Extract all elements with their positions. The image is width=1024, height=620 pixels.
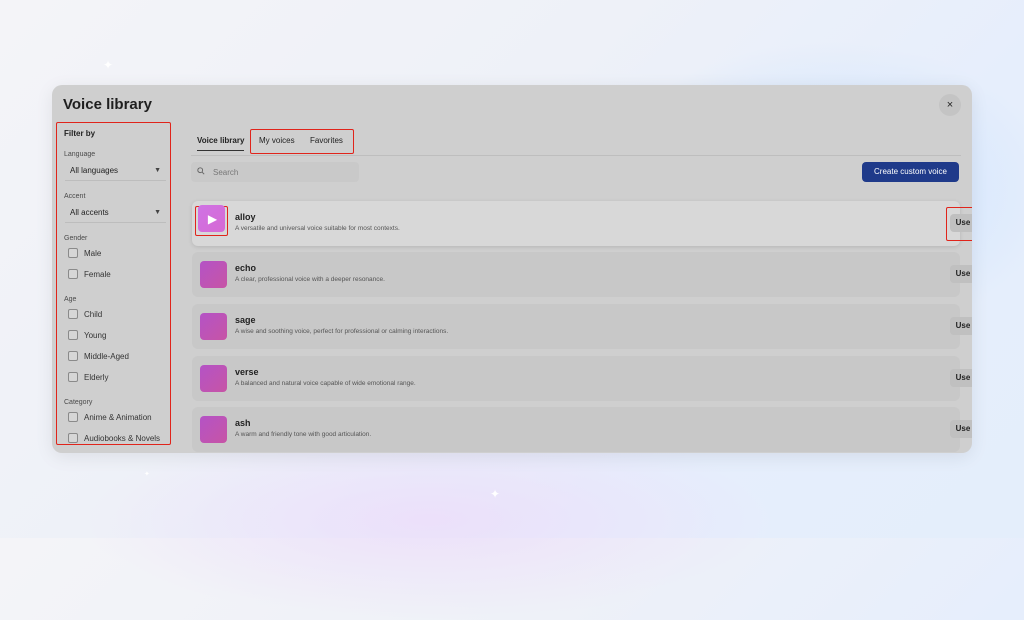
search-icon (197, 167, 211, 177)
voice-row-echo[interactable]: echo A clear, professional voice with a … (192, 252, 972, 297)
voice-thumbnail[interactable] (200, 416, 227, 443)
filter-option-middle-aged[interactable]: Middle-Aged (68, 350, 129, 362)
category-label: Category (64, 399, 93, 406)
voice-library-modal: Voice library × Filter by Language All l… (52, 85, 972, 453)
language-value: All languages (70, 166, 119, 175)
close-icon: × (946, 99, 954, 111)
voice-name: sage (235, 315, 256, 325)
voice-row-alloy[interactable]: ▶ alloy A versatile and universal voice … (192, 201, 972, 246)
checkbox[interactable] (68, 269, 78, 279)
voice-description: A warm and friendly tone with good artic… (235, 431, 372, 438)
play-icon: ▶ (207, 211, 218, 226)
voice-name: alloy (235, 212, 256, 222)
modal-title: Voice library (63, 96, 152, 113)
checkbox[interactable] (68, 330, 78, 340)
sparkle-icon: ✦ (490, 487, 501, 501)
voice-description: A versatile and universal voice suitable… (235, 225, 400, 232)
language-select[interactable]: All languages ▼ (65, 161, 166, 181)
voice-name: echo (235, 263, 257, 273)
close-button[interactable]: × (939, 94, 961, 116)
checkbox[interactable] (68, 372, 78, 382)
tab-bar: Voice library My voices Favorites (191, 129, 961, 156)
accent-select[interactable]: All accents ▼ (65, 203, 166, 223)
checkbox[interactable] (68, 412, 78, 422)
voice-row-verse[interactable]: verse A balanced and natural voice capab… (192, 356, 972, 401)
checkbox[interactable] (68, 433, 78, 443)
filter-option-child[interactable]: Child (68, 308, 102, 320)
tab-my-voices[interactable]: My voices (259, 136, 295, 145)
chevron-down-icon: ▼ (154, 167, 161, 174)
language-label: Language (64, 151, 96, 158)
create-custom-voice-button[interactable]: Create custom voice (862, 162, 959, 182)
search-input[interactable] (211, 166, 355, 178)
voice-thumbnail[interactable] (200, 313, 227, 340)
use-button[interactable]: Use (950, 369, 972, 387)
filter-option-elderly[interactable]: Elderly (68, 371, 108, 383)
gender-label: Gender (64, 235, 88, 242)
sparkle-icon: ✦ (103, 58, 114, 72)
voice-description: A balanced and natural voice capable of … (235, 380, 416, 387)
filter-panel: Filter by Language All languages ▼ Accen… (56, 122, 171, 445)
filter-option-male[interactable]: Male (68, 247, 101, 259)
filter-option-female[interactable]: Female (68, 268, 111, 280)
use-button[interactable]: Use (950, 420, 972, 438)
use-button[interactable]: Use (950, 214, 972, 232)
filter-option-anime[interactable]: Anime & Animation (68, 411, 152, 423)
filter-title: Filter by (64, 129, 96, 138)
filter-option-audiobooks[interactable]: Audiobooks & Novels (68, 432, 160, 444)
use-button[interactable]: Use (950, 265, 972, 283)
sparkle-icon: ✦ (144, 471, 150, 478)
chevron-down-icon: ▼ (154, 209, 161, 216)
checkbox[interactable] (68, 248, 78, 258)
voice-thumbnail[interactable] (200, 365, 227, 392)
search-box (191, 162, 359, 182)
voice-name: verse (235, 367, 259, 377)
accent-value: All accents (70, 208, 109, 217)
voice-description: A wise and soothing voice, perfect for p… (235, 328, 449, 335)
tab-favorites[interactable]: Favorites (310, 136, 343, 145)
voice-description: A clear, professional voice with a deepe… (235, 276, 385, 283)
checkbox[interactable] (68, 309, 78, 319)
voice-thumbnail[interactable] (200, 261, 227, 288)
checkbox[interactable] (68, 351, 78, 361)
filter-option-young[interactable]: Young (68, 329, 106, 341)
voice-row-sage[interactable]: sage A wise and soothing voice, perfect … (192, 304, 972, 349)
use-button[interactable]: Use (950, 317, 972, 335)
age-label: Age (64, 296, 77, 303)
voice-row-ash[interactable]: ash A warm and friendly tone with good a… (192, 407, 972, 452)
tab-voice-library[interactable]: Voice library (197, 136, 245, 151)
play-button[interactable]: ▶ (198, 205, 225, 232)
voice-name: ash (235, 418, 251, 428)
accent-label: Accent (64, 193, 86, 200)
